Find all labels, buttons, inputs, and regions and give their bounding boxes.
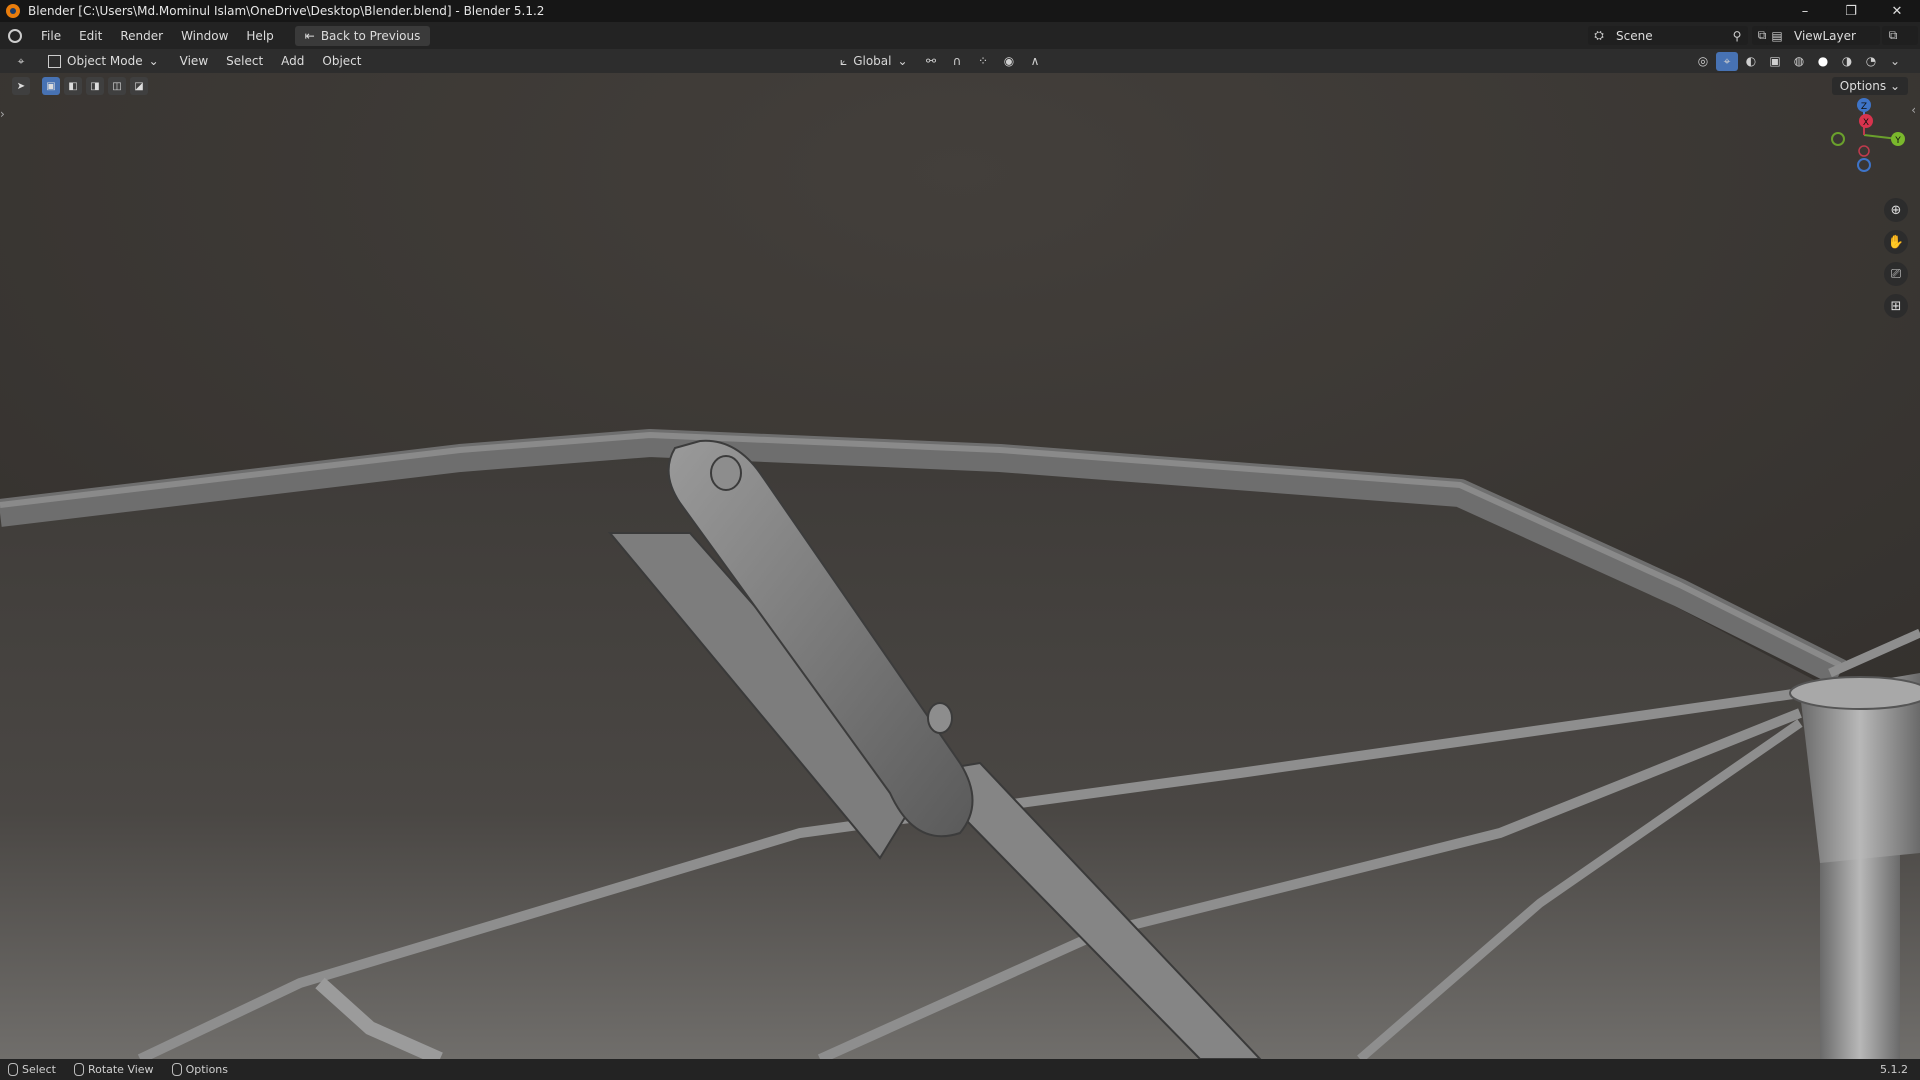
mouse-middle-icon (73, 1063, 84, 1076)
viewport-options-label: Options (1839, 79, 1887, 93)
view-layer-name: ViewLayer (1794, 28, 1856, 43)
object-mode-dropdown[interactable]: Object Mode ⌄ (48, 54, 159, 68)
view-layer-selector[interactable]: ▤ ViewLayer (1766, 26, 1880, 45)
status-options: Options (171, 1063, 229, 1076)
scene-render (0, 73, 1920, 1066)
editor-type-icon[interactable]: ⌖ (10, 52, 32, 71)
gizmo-x-label: X (1863, 118, 1869, 128)
back-to-previous-button[interactable]: ⇤ Back to Previous (294, 25, 431, 46)
minimize-button[interactable]: – (1782, 0, 1828, 22)
select-tool-icon[interactable]: ➤ (12, 77, 30, 95)
menu-window[interactable]: Window (172, 29, 237, 43)
status-rotate: Rotate View (73, 1063, 154, 1076)
pan-hand-icon[interactable]: ✋ (1884, 230, 1908, 254)
falloff-icon[interactable]: ∧ (1024, 52, 1046, 71)
chevron-down-icon: ⌄ (897, 54, 908, 68)
gizmo-toggle-icon[interactable]: ⌖ (1716, 51, 1738, 71)
status-select: Select (8, 1063, 56, 1076)
visibility-icon[interactable]: ◎ (1692, 52, 1714, 71)
object-mode-icon (48, 54, 61, 68)
pivot-icon[interactable]: ⚯ (920, 52, 942, 71)
viewport-shading-controls: ◎ ⌖ ◐ ▣ ◍ ● ◑ ◔ ⌄ (1692, 51, 1906, 71)
camera-view-icon[interactable]: ⎚ (1884, 262, 1908, 286)
shading-options-icon[interactable]: ⌄ (1884, 52, 1906, 71)
status-rotate-label: Rotate View (87, 1063, 154, 1076)
select-subtract-icon[interactable]: ◨ (86, 77, 104, 95)
menu-select[interactable]: Select (217, 54, 272, 68)
window-title: Blender [C:\Users\Md.Mominul Islam\OneDr… (28, 4, 545, 18)
scene-selector[interactable]: ⛭ Scene ⚲ (1588, 26, 1748, 45)
snap-target-icon[interactable]: ⁘ (972, 52, 994, 71)
menu-view[interactable]: View (171, 54, 217, 68)
blender-logo-icon (6, 4, 20, 18)
viewport-header: ⌖ Object Mode ⌄ View Select Add Object ⟀… (0, 49, 1920, 73)
gizmo-neg-y-handle (1831, 132, 1845, 146)
3d-viewport[interactable]: ➤ ▣ ◧ ◨ ◫ ◪ › Z X Y ‹ ⊕ ✋ ⎚ ⊞ (0, 73, 1920, 1066)
mouse-right-icon (171, 1063, 182, 1076)
status-select-label: Select (22, 1063, 56, 1076)
snapping-controls: ⚯ ∩ ⁘ ◉ ∧ (920, 52, 1046, 71)
object-mode-label: Object Mode (67, 54, 143, 68)
gizmo-y-label: Y (1894, 136, 1901, 146)
gizmo-neg-z-handle (1857, 158, 1871, 172)
restore-button[interactable]: ❐ (1828, 0, 1874, 22)
xray-icon[interactable]: ▣ (1764, 52, 1786, 71)
new-view-layer-icon[interactable]: ⧉ (1882, 26, 1904, 45)
select-new-icon[interactable]: ▣ (42, 77, 60, 95)
menu-object[interactable]: Object (313, 54, 370, 68)
menu-render[interactable]: Render (111, 29, 172, 43)
status-options-label: Options (185, 1063, 229, 1076)
blender-menu-icon[interactable] (8, 28, 22, 43)
mouse-left-icon (8, 1063, 18, 1076)
material-shading-icon[interactable]: ◑ (1836, 52, 1858, 71)
menu-add[interactable]: Add (272, 54, 313, 68)
gizmo-z-label: Z (1861, 102, 1867, 112)
zoom-icon[interactable]: ⊕ (1884, 198, 1908, 222)
status-bar: Select Rotate View Options 5.1.2 (0, 1059, 1920, 1080)
select-intersect-icon[interactable]: ◪ (130, 77, 148, 95)
rendered-shading-icon[interactable]: ◔ (1860, 52, 1882, 71)
left-sidebar-toggle[interactable]: › (0, 107, 5, 121)
solid-shading-icon[interactable]: ● (1812, 52, 1834, 71)
transform-orientation-label: Global (853, 54, 892, 68)
wireframe-shading-icon[interactable]: ◍ (1788, 52, 1810, 71)
view-layer-icon: ▤ (1771, 28, 1783, 43)
scene-icon: ⛭ (1594, 28, 1604, 42)
view-layer-actions: ⧉ (1882, 26, 1918, 45)
menu-help[interactable]: Help (237, 29, 282, 43)
version-label: 5.1.2 (1880, 1063, 1908, 1076)
select-invert-icon[interactable]: ◫ (108, 77, 126, 95)
viewport-options-dropdown[interactable]: Options ⌄ (1831, 77, 1908, 95)
navigation-gizmo[interactable]: Z X Y (1820, 91, 1910, 181)
back-arrow-icon: ⇤ (304, 28, 315, 43)
select-extend-icon[interactable]: ◧ (64, 77, 82, 95)
scene-name: Scene (1616, 28, 1653, 43)
transform-orientation-icon: ⟀ (840, 53, 848, 68)
proportional-edit-icon[interactable]: ◉ (998, 52, 1020, 71)
window-titlebar: Blender [C:\Users\Md.Mominul Islam\OneDr… (0, 0, 1920, 22)
snap-magnet-icon[interactable]: ∩ (946, 52, 968, 71)
perspective-toggle-icon[interactable]: ⊞ (1884, 294, 1908, 318)
window-controls: – ❐ ✕ (1782, 0, 1920, 22)
transform-orientation-dropdown[interactable]: ⟀ Global ⌄ (840, 54, 908, 69)
menu-edit[interactable]: Edit (70, 29, 111, 43)
overlay-icon[interactable]: ◐ (1740, 52, 1762, 71)
toolbar: ➤ ▣ ◧ ◨ ◫ ◪ (12, 77, 148, 95)
back-to-previous-label: Back to Previous (320, 28, 421, 43)
menu-file[interactable]: File (32, 29, 70, 43)
pin-icon[interactable]: ⚲ (1726, 26, 1748, 45)
gizmo-neg-x-handle (1858, 145, 1870, 157)
close-button[interactable]: ✕ (1874, 0, 1920, 22)
right-sidebar-toggle[interactable]: ‹ (1911, 103, 1916, 117)
chevron-down-icon: ⌄ (148, 54, 159, 68)
viewport-nav-buttons: ⊕ ✋ ⎚ ⊞ (1884, 198, 1908, 318)
chevron-down-icon: ⌄ (1889, 79, 1900, 93)
